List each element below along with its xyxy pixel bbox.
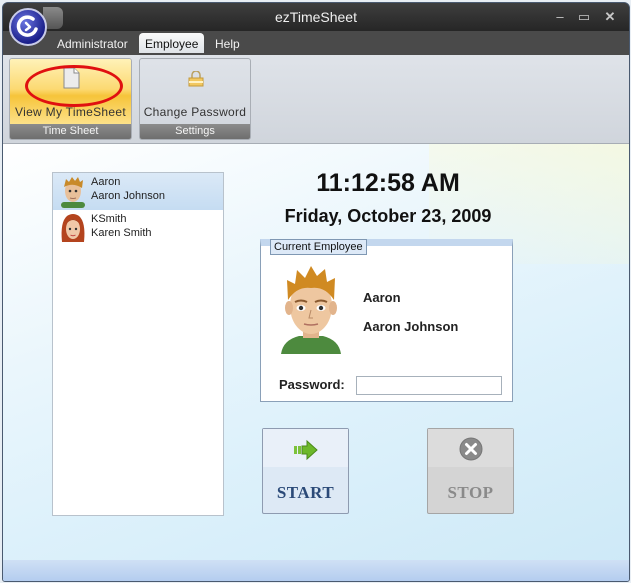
male-avatar-icon	[61, 177, 85, 208]
clock-date: Friday, October 23, 2009	[284, 206, 492, 226]
window-title: ezTimeSheet	[275, 9, 357, 25]
employee-full-name: Karen Smith	[91, 227, 152, 239]
employee-photo	[281, 266, 341, 354]
arrow-right-icon	[294, 439, 318, 461]
current-employee-full-name: Aaron Johnson	[363, 319, 459, 334]
menu-administrator[interactable]: Administrator	[51, 35, 134, 53]
employee-list-item-aaron[interactable]: Aaron Aaron Johnson	[53, 173, 223, 210]
stop-label: STOP	[447, 483, 494, 502]
lock-icon	[188, 71, 204, 87]
view-my-timesheet-button[interactable]: View My TimeSheet	[10, 59, 131, 126]
female-avatar-icon	[61, 214, 85, 242]
password-input[interactable]	[356, 376, 502, 395]
ribbon: View My TimeSheet Time Sheet Change Pass…	[3, 55, 629, 144]
ribbon-group-time-sheet: View My TimeSheet Time Sheet	[9, 58, 132, 140]
app-window: ezTimeSheet ‒ ▭ ✕ Administrator Employee…	[2, 2, 630, 582]
stop-button[interactable]: STOP	[427, 428, 514, 514]
employee-full-name: Aaron Johnson	[91, 190, 165, 202]
menu-employee[interactable]: Employee	[139, 33, 205, 53]
title-bar[interactable]: ezTimeSheet ‒ ▭ ✕	[3, 3, 629, 31]
current-employee-legend: Current Employee	[270, 239, 367, 255]
close-button[interactable]: ✕	[599, 8, 621, 26]
group-label-settings: Settings	[140, 124, 250, 139]
password-label: Password:	[279, 377, 345, 392]
status-strip	[3, 560, 629, 581]
employee-username: KSmith	[91, 213, 127, 225]
group-label-time-sheet: Time Sheet	[10, 124, 131, 139]
change-password-button[interactable]: Change Password	[140, 59, 250, 126]
cancel-circle-icon	[459, 437, 483, 461]
employee-list-item-ksmith[interactable]: KSmith Karen Smith	[53, 210, 223, 247]
main-panel: Aaron Aaron Johnson KSmith Karen Smith 1…	[3, 144, 629, 581]
change-password-label: Change Password	[143, 105, 247, 119]
start-label: START	[276, 483, 335, 502]
maximize-button[interactable]: ▭	[573, 8, 595, 26]
start-button[interactable]: START	[262, 428, 349, 514]
employee-username: Aaron	[91, 176, 121, 188]
current-employee-panel: Current Employee Aaron Aaron Johnson Pas…	[260, 239, 513, 402]
clock-time: 11:12:58 AM	[316, 169, 460, 197]
menu-bar: Administrator Employee Help	[3, 31, 629, 55]
view-my-timesheet-label: View My TimeSheet	[15, 105, 126, 119]
minimize-button[interactable]: ‒	[549, 8, 571, 26]
employee-list[interactable]: Aaron Aaron Johnson KSmith Karen Smith	[52, 172, 224, 516]
app-logo-button[interactable]	[9, 8, 47, 46]
ribbon-group-settings: Change Password Settings	[139, 58, 251, 140]
document-icon	[63, 67, 80, 89]
current-employee-username: Aaron	[363, 290, 401, 305]
menu-help[interactable]: Help	[209, 35, 246, 53]
clock-logo-icon	[16, 15, 38, 37]
